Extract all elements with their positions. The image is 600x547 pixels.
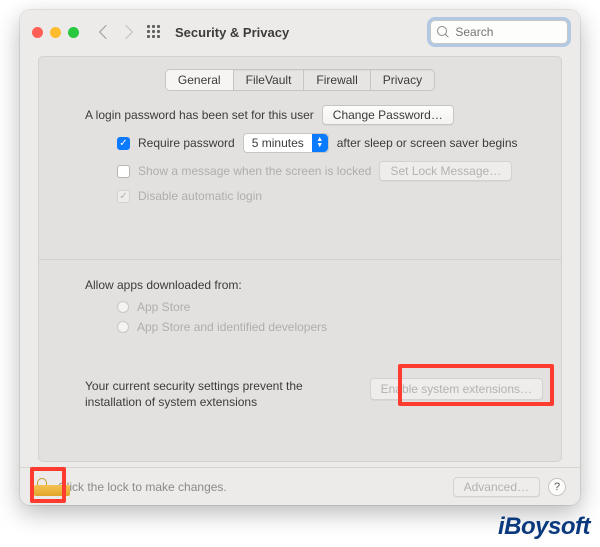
- disable-auto-login-checkbox: ✓: [117, 190, 130, 203]
- disable-auto-login-label: Disable automatic login: [138, 189, 262, 203]
- show-message-label: Show a message when the screen is locked: [138, 164, 371, 178]
- back-icon[interactable]: [99, 25, 113, 39]
- change-password-button[interactable]: Change Password…: [322, 105, 454, 125]
- help-button[interactable]: ?: [548, 478, 566, 496]
- nav-buttons: [101, 25, 161, 39]
- radio-app-store-dev-label: App Store and identified developers: [137, 320, 327, 334]
- radio-app-store-label: App Store: [137, 300, 190, 314]
- tab-bar: General FileVault Firewall Privacy: [57, 69, 543, 91]
- login-password-note: A login password has been set for this u…: [85, 108, 314, 122]
- radio-app-store: [117, 301, 129, 313]
- radio-app-store-dev: [117, 321, 129, 333]
- show-all-icon[interactable]: [147, 25, 161, 39]
- after-sleep-label: after sleep or screen saver begins: [337, 136, 518, 150]
- divider: [39, 259, 561, 260]
- content-well: General FileVault Firewall Privacy A log…: [38, 56, 562, 462]
- tab-firewall[interactable]: Firewall: [304, 70, 370, 90]
- chevron-up-down-icon: ▲▼: [312, 134, 328, 152]
- require-password-checkbox[interactable]: ✓: [117, 137, 130, 150]
- search-field[interactable]: [430, 20, 568, 44]
- close-icon[interactable]: [32, 27, 43, 38]
- search-input[interactable]: [453, 24, 561, 40]
- minimize-icon[interactable]: [50, 27, 61, 38]
- require-password-label: Require password: [138, 136, 235, 150]
- require-password-delay-select[interactable]: 5 minutes ▲▼: [243, 133, 329, 153]
- tab-filevault[interactable]: FileVault: [234, 70, 305, 90]
- tab-privacy[interactable]: Privacy: [371, 70, 434, 90]
- titlebar: Security & Privacy: [20, 10, 580, 54]
- zoom-icon[interactable]: [68, 27, 79, 38]
- preferences-window: Security & Privacy General FileVault Fir…: [20, 10, 580, 505]
- lock-icon[interactable]: [34, 478, 50, 496]
- traffic-lights: [32, 27, 79, 38]
- lock-note: Click the lock to make changes.: [58, 480, 227, 494]
- enable-system-extensions-button[interactable]: Enable system extensions…: [370, 378, 543, 400]
- forward-icon: [119, 25, 133, 39]
- extensions-note: Your current security settings prevent t…: [85, 378, 315, 410]
- gatekeeper-heading: Allow apps downloaded from:: [85, 278, 242, 292]
- watermark: iBoysoft: [498, 513, 590, 541]
- require-password-delay-value: 5 minutes: [244, 136, 312, 150]
- advanced-button[interactable]: Advanced…: [453, 477, 540, 497]
- tab-general[interactable]: General: [166, 70, 234, 90]
- show-message-checkbox: [117, 165, 130, 178]
- set-lock-message-button: Set Lock Message…: [379, 161, 512, 181]
- footer: Click the lock to make changes. Advanced…: [20, 467, 580, 505]
- search-icon: [437, 26, 447, 38]
- page-title: Security & Privacy: [175, 25, 289, 40]
